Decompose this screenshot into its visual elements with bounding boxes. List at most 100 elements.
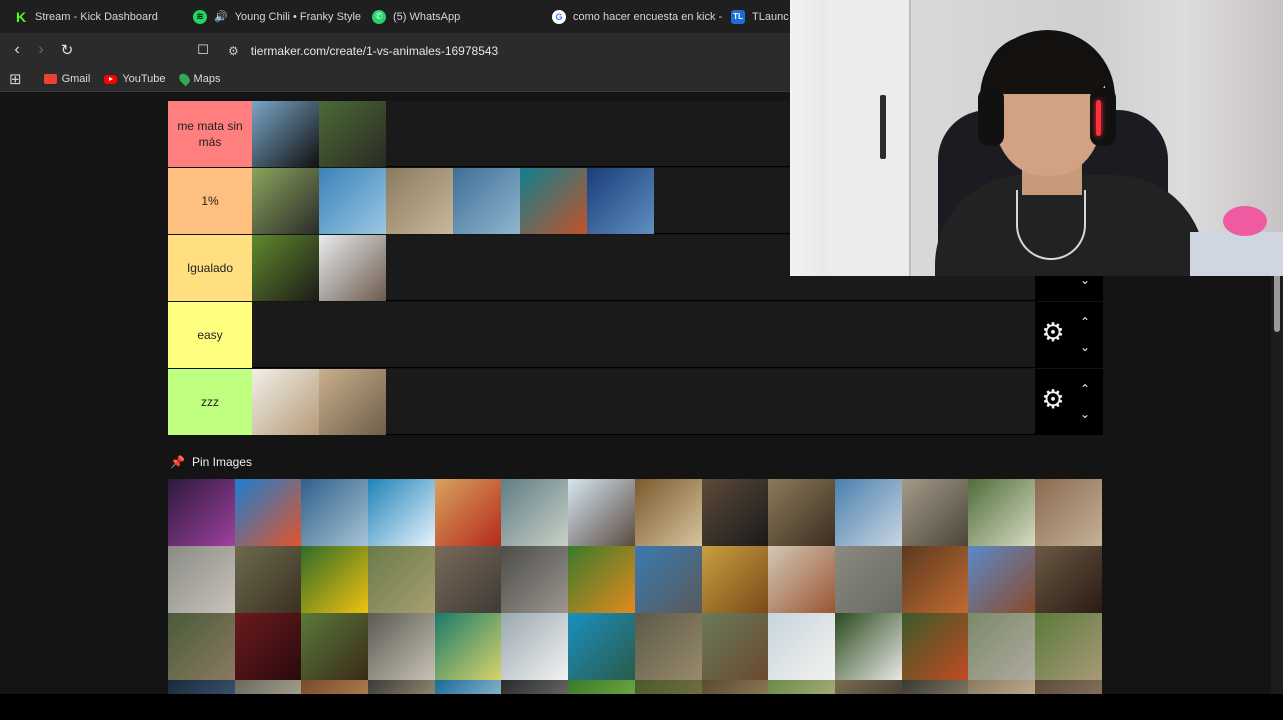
animal-image-tile[interactable] bbox=[168, 613, 235, 680]
animal-image-tile[interactable] bbox=[1034, 479, 1102, 546]
animal-image-tile[interactable] bbox=[634, 546, 702, 613]
gear-icon[interactable]: ⚙ bbox=[1041, 319, 1065, 345]
animal-image-tile[interactable] bbox=[901, 479, 969, 546]
reload-button[interactable]: ↻ bbox=[57, 40, 77, 60]
animal-image-tile[interactable] bbox=[768, 479, 835, 546]
speaker-icon[interactable]: 🔊 bbox=[214, 10, 228, 23]
animal-image-tile[interactable] bbox=[386, 168, 453, 234]
move-down-icon[interactable]: ⌄ bbox=[1078, 341, 1092, 353]
animal-image-tile[interactable] bbox=[252, 369, 319, 435]
animal-image-tile[interactable] bbox=[252, 101, 319, 167]
bookmark-maps[interactable]: Maps bbox=[176, 71, 220, 87]
animal-image-tile[interactable] bbox=[434, 680, 502, 694]
animal-image-tile[interactable] bbox=[319, 369, 386, 435]
animal-image-tile[interactable] bbox=[1034, 546, 1102, 613]
bookmark-gmail[interactable]: Gmail bbox=[43, 73, 90, 85]
animal-image-tile[interactable] bbox=[701, 546, 769, 613]
animal-image-tile[interactable] bbox=[168, 546, 235, 613]
animal-image-tile[interactable] bbox=[901, 680, 969, 694]
animal-image-tile[interactable] bbox=[368, 479, 435, 546]
tier-items bbox=[252, 101, 386, 167]
tier-label[interactable]: zzz bbox=[168, 369, 252, 435]
animal-image-tile[interactable] bbox=[701, 680, 769, 694]
animal-image-tile[interactable] bbox=[1034, 680, 1102, 694]
animal-image-tile[interactable] bbox=[968, 613, 1035, 680]
animal-image-tile[interactable] bbox=[520, 168, 587, 234]
animal-image-tile[interactable] bbox=[319, 235, 386, 301]
animal-image-tile[interactable] bbox=[368, 613, 435, 680]
animal-image-tile[interactable] bbox=[453, 168, 520, 234]
animal-image-tile[interactable] bbox=[768, 680, 835, 694]
animal-image-tile[interactable] bbox=[568, 479, 635, 546]
animal-image-tile[interactable] bbox=[1034, 613, 1102, 680]
animal-image-tile[interactable] bbox=[968, 546, 1035, 613]
animal-image-tile[interactable] bbox=[368, 680, 435, 694]
tier-label[interactable]: 1% bbox=[168, 168, 252, 234]
animal-image-tile[interactable] bbox=[768, 613, 835, 680]
animal-image-tile[interactable] bbox=[701, 613, 769, 680]
animal-image-tile[interactable] bbox=[234, 479, 302, 546]
gear-icon[interactable]: ⚙ bbox=[1041, 386, 1065, 412]
move-down-icon[interactable]: ⌄ bbox=[1078, 408, 1092, 420]
move-down-icon[interactable]: ⌄ bbox=[1078, 274, 1092, 286]
animal-image-tile[interactable] bbox=[701, 479, 769, 546]
animal-image-tile[interactable] bbox=[768, 546, 835, 613]
animal-image-tile[interactable] bbox=[634, 479, 702, 546]
animal-image-tile[interactable] bbox=[252, 235, 319, 301]
animal-image-tile[interactable] bbox=[234, 546, 302, 613]
animal-image-tile[interactable] bbox=[834, 613, 902, 680]
animal-image-tile[interactable] bbox=[301, 546, 369, 613]
move-up-icon[interactable]: ⌃ bbox=[1078, 383, 1092, 395]
animal-image-tile[interactable] bbox=[834, 479, 902, 546]
animal-image-tile[interactable] bbox=[368, 546, 435, 613]
tab-whatsapp[interactable]: ✆ (5) WhatsApp bbox=[372, 0, 542, 33]
animal-image-tile[interactable] bbox=[301, 680, 369, 694]
pink-toy bbox=[1223, 206, 1267, 236]
animal-image-tile[interactable] bbox=[434, 546, 502, 613]
animal-image-tile[interactable] bbox=[434, 613, 502, 680]
animal-image-tile[interactable] bbox=[252, 168, 319, 234]
headset-earcup-left bbox=[978, 88, 1004, 146]
animal-image-tile[interactable] bbox=[301, 613, 369, 680]
animal-image-tile[interactable] bbox=[968, 680, 1035, 694]
animal-image-tile[interactable] bbox=[501, 680, 569, 694]
animal-image-tile[interactable] bbox=[434, 479, 502, 546]
apps-grid-icon[interactable]: ⊞ bbox=[9, 70, 22, 88]
animal-image-tile[interactable] bbox=[968, 479, 1035, 546]
site-info-icon[interactable]: ⚙ bbox=[228, 44, 239, 58]
forward-button[interactable]: › bbox=[31, 40, 51, 60]
animal-image-tile[interactable] bbox=[901, 613, 969, 680]
url-field[interactable]: ⚙ tiermaker.com/create/1-vs-animales-169… bbox=[222, 39, 788, 62]
bookmark-youtube[interactable]: YouTube bbox=[104, 73, 166, 85]
animal-image-tile[interactable] bbox=[634, 680, 702, 694]
animal-image-tile[interactable] bbox=[168, 680, 235, 694]
animal-image-tile[interactable] bbox=[834, 546, 902, 613]
animal-image-tile[interactable] bbox=[568, 613, 635, 680]
animal-image-tile[interactable] bbox=[634, 613, 702, 680]
tab-tlauncher[interactable]: TL TLaunch bbox=[731, 0, 789, 33]
animal-image-tile[interactable] bbox=[234, 613, 302, 680]
tier-label[interactable]: Igualado bbox=[168, 235, 252, 301]
animal-image-tile[interactable] bbox=[834, 680, 902, 694]
tab-spotify[interactable]: ≋ 🔊 Young Chili • Franky Style bbox=[193, 0, 363, 33]
pin-images-label: Pin Images bbox=[191, 455, 252, 469]
animal-image-tile[interactable] bbox=[319, 101, 386, 167]
animal-image-tile[interactable] bbox=[501, 613, 569, 680]
animal-image-tile[interactable] bbox=[301, 479, 369, 546]
tier-label[interactable]: me mata sin más bbox=[168, 101, 252, 167]
tab-kick-dashboard[interactable]: K Stream - Kick Dashboard bbox=[14, 0, 184, 33]
animal-image-tile[interactable] bbox=[501, 479, 569, 546]
bookmark-icon[interactable]: ☐ bbox=[193, 40, 213, 60]
animal-image-tile[interactable] bbox=[234, 680, 302, 694]
back-button[interactable]: ‹ bbox=[7, 40, 27, 60]
animal-image-tile[interactable] bbox=[901, 546, 969, 613]
move-up-icon[interactable]: ⌃ bbox=[1078, 316, 1092, 328]
animal-image-tile[interactable] bbox=[568, 546, 635, 613]
animal-image-tile[interactable] bbox=[587, 168, 654, 234]
animal-image-tile[interactable] bbox=[501, 546, 569, 613]
tab-google-search[interactable]: G como hacer encuesta en kick - bbox=[552, 0, 722, 33]
animal-image-tile[interactable] bbox=[568, 680, 635, 694]
tier-label[interactable]: easy bbox=[168, 302, 252, 368]
animal-image-tile[interactable] bbox=[168, 479, 235, 546]
animal-image-tile[interactable] bbox=[319, 168, 386, 234]
